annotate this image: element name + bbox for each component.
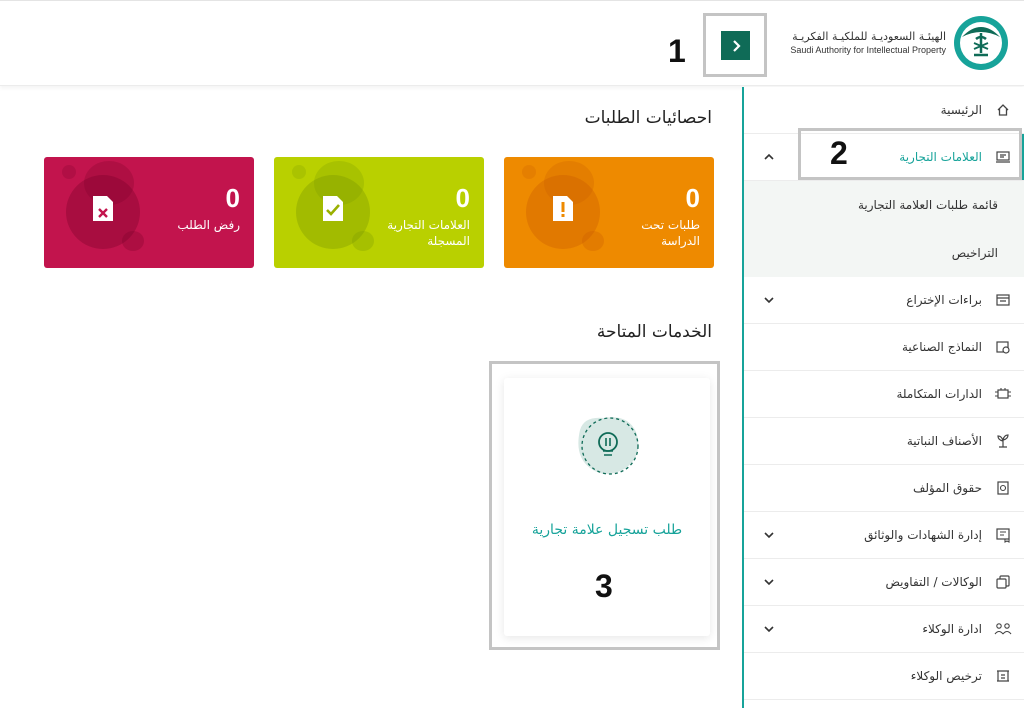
- chevron-down-icon[interactable]: [762, 575, 776, 589]
- sidebar-item-agent-licensing[interactable]: ترخيص الوكلاء: [744, 653, 1024, 700]
- industrial-design-icon: [994, 338, 1012, 356]
- document-alert-icon: [553, 196, 573, 221]
- card-decoration: [122, 231, 144, 251]
- sidebar-item-label: إدارة الشهادات والوثائق: [864, 528, 982, 542]
- chevron-down-icon[interactable]: [762, 622, 776, 636]
- logo-arabic-text: الهيئـة السعوديـة للملكيـة الفكريـة: [792, 30, 946, 43]
- copyright-icon: [994, 479, 1012, 497]
- card-decoration: [352, 231, 374, 251]
- circuit-icon: [994, 385, 1012, 403]
- card-decoration: [582, 231, 604, 251]
- sidebar-item-label: ادارة الوكلاء: [922, 622, 982, 636]
- stat-label: طلبات تحت الدراسة: [641, 218, 700, 248]
- stat-card-rejected[interactable]: 0 رفض الطلب: [44, 157, 254, 268]
- logo: الهيئـة السعوديـة للملكيـة الفكريـة Saud…: [790, 13, 1010, 73]
- sidebar-item-plant-varieties[interactable]: الأصناف النباتية: [744, 418, 1024, 465]
- document-check-icon: [323, 196, 343, 221]
- sidebar-item-integrated-circuits[interactable]: الدارات المتكاملة: [744, 371, 1024, 418]
- card-decoration: [522, 165, 536, 179]
- sidebar-item-copyright[interactable]: حقوق المؤلف: [744, 465, 1024, 512]
- patent-icon: [994, 291, 1012, 309]
- chevron-down-icon[interactable]: [762, 293, 776, 307]
- plant-icon: [994, 432, 1012, 450]
- callout-number: 3: [595, 568, 613, 604]
- services-section-title: الخدمات المتاحة: [596, 322, 712, 342]
- chevron-right-icon: [732, 39, 741, 52]
- sidebar-toggle-button[interactable]: [721, 31, 750, 60]
- sidebar-item-label: الوكالات / التفاويض: [885, 575, 982, 589]
- sidebar-item-agents-management[interactable]: ادارة الوكلاء: [744, 606, 1024, 653]
- sidebar-item-patents[interactable]: براءات الإختراع: [744, 277, 1024, 324]
- stat-count: 0: [455, 183, 470, 213]
- stat-label: رفض الطلب: [177, 218, 240, 232]
- stats-section-title: احصائيات الطلبات: [584, 108, 712, 128]
- stat-card-registered-trademarks[interactable]: 0 العلامات التجارية المسجلة: [274, 157, 484, 268]
- card-decoration: [62, 165, 76, 179]
- sidebar-item-certificates[interactable]: إدارة الشهادات والوثائق: [744, 512, 1024, 559]
- submenu-item-trademark-requests[interactable]: قائمة طلبات العلامة التجارية: [744, 181, 1024, 229]
- saip-emblem-icon: [954, 16, 1008, 70]
- callout-number: 2: [830, 135, 848, 171]
- top-header: الهيئـة السعوديـة للملكيـة الفكريـة Saud…: [0, 0, 1024, 86]
- service-label: طلب تسجيل علامة تجارية: [531, 522, 683, 538]
- chevron-up-icon[interactable]: [762, 150, 776, 164]
- sidebar-item-label: الرئيسية: [940, 103, 982, 117]
- sidebar-item-agencies[interactable]: الوكالات / التفاويض: [744, 559, 1024, 606]
- sidebar-item-label: حقوق المؤلف: [912, 481, 982, 495]
- agent-license-icon: [994, 667, 1012, 685]
- submenu-item-licenses[interactable]: التراخيص: [744, 229, 1024, 277]
- certificate-icon: [994, 526, 1012, 544]
- sidebar-item-label: الأصناف النباتية: [906, 434, 982, 448]
- sidebar-item-label: ترخيص الوكلاء: [910, 669, 982, 683]
- callout-number: 1: [668, 33, 686, 69]
- sidebar-item-label: الدارات المتكاملة: [896, 387, 982, 401]
- logo-english-text: Saudi Authority for Intellectual Propert…: [790, 45, 946, 55]
- sidebar: الرئيسية العلامات التجارية قائمة طلبات ا…: [744, 87, 1024, 708]
- card-decoration: [292, 165, 306, 179]
- stat-card-under-review[interactable]: 0 طلبات تحت الدراسة: [504, 157, 714, 268]
- stat-count: 0: [685, 183, 700, 213]
- agents-icon: [994, 620, 1012, 638]
- chevron-down-icon[interactable]: [762, 528, 776, 542]
- stat-label: العلامات التجارية المسجلة: [387, 218, 470, 248]
- stat-count: 0: [225, 183, 240, 213]
- lightbulb-icon: [578, 417, 639, 475]
- sidebar-item-label: براءات الإختراع: [906, 293, 982, 307]
- sidebar-item-label: النماذج الصناعية: [902, 340, 982, 354]
- document-reject-icon: [93, 196, 113, 221]
- sidebar-item-industrial-designs[interactable]: النماذج الصناعية: [744, 324, 1024, 371]
- sidebar-item-home[interactable]: الرئيسية: [744, 87, 1024, 134]
- agency-icon: [994, 573, 1012, 591]
- home-icon: [994, 101, 1012, 119]
- trademarks-submenu: قائمة طلبات العلامة التجارية التراخيص: [744, 181, 1024, 277]
- toggle-highlight-frame: [703, 13, 767, 77]
